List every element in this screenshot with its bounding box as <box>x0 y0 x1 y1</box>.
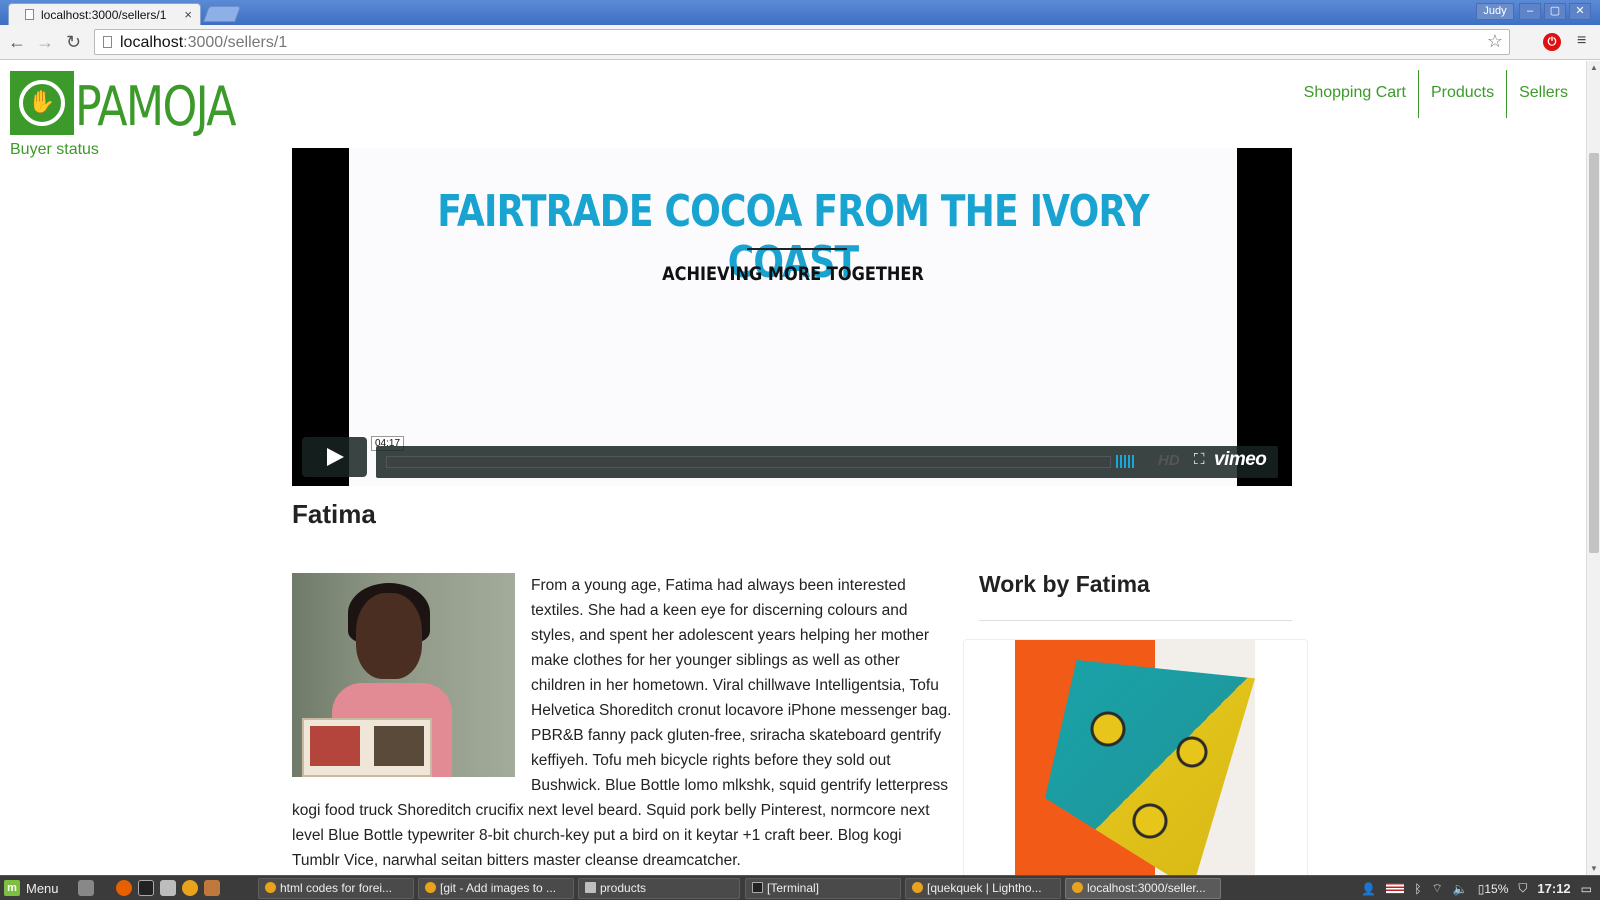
video-divider <box>747 248 847 250</box>
product-image[interactable] <box>1015 640 1255 875</box>
browser-toolbar: ← → ↻ localhost:3000/sellers/1 ☆ ⏻ ≡ <box>0 25 1600 60</box>
back-arrow-icon[interactable]: ← <box>8 32 26 53</box>
bookmark-star-icon[interactable]: ☆ <box>1487 31 1503 52</box>
os-taskbar: m Menu html codes for forei... [git - Ad… <box>0 875 1600 900</box>
taskbar-item[interactable]: products <box>578 878 740 899</box>
tab-title: localhost:3000/sellers/1 <box>41 8 167 22</box>
browser-tab-strip: localhost:3000/sellers/1 × Judy – ▢ ✕ <box>0 0 1600 25</box>
system-tray: 👤 ᛒ ⌔ 🔈 ▯15% ⛉ 17:12 ▭ <box>1361 880 1592 897</box>
taskbar-item[interactable]: html codes for forei... <box>258 878 414 899</box>
user-icon[interactable]: 👤 <box>1361 882 1376 896</box>
start-menu-label: Menu <box>26 880 59 896</box>
bluetooth-icon[interactable]: ᛒ <box>1414 882 1421 896</box>
hd-toggle[interactable]: HD <box>1158 452 1180 469</box>
desktop-icon[interactable]: ▭ <box>1581 882 1592 896</box>
nav-sellers[interactable]: Sellers <box>1507 70 1586 118</box>
nav-products[interactable]: Products <box>1419 70 1508 118</box>
work-heading: Work by Fatima <box>979 571 1150 597</box>
close-window-button[interactable]: ✕ <box>1569 3 1591 20</box>
page-viewport: ✋ PAMOJA Buyer status Shopping Cart Prod… <box>0 61 1586 875</box>
files-icon[interactable] <box>160 880 176 896</box>
clock[interactable]: 17:12 <box>1537 881 1570 896</box>
reload-icon[interactable]: ↻ <box>66 32 81 53</box>
scrollbar-thumb[interactable] <box>1589 153 1599 553</box>
page-icon <box>103 36 112 48</box>
wifi-icon[interactable]: ⌔ <box>1432 881 1443 896</box>
video-controls: HD ⛶ vimeo <box>376 446 1278 478</box>
taskbar-item[interactable]: [Terminal] <box>745 878 901 899</box>
taskbar-item-active[interactable]: localhost:3000/seller... <box>1065 878 1221 899</box>
mint-logo-icon: m <box>4 880 20 896</box>
battery-indicator[interactable]: ▯15% <box>1478 882 1509 896</box>
main-nav: Shopping Cart Products Sellers <box>1292 70 1586 118</box>
browser-menu-icon[interactable]: ≡ <box>1577 32 1586 50</box>
video-player[interactable]: FAIRTRADE COCOA FROM THE IVORY COAST ACH… <box>292 148 1292 486</box>
taskbar-item[interactable]: [quekquek | Lightho... <box>905 878 1061 899</box>
sublime-icon[interactable] <box>204 880 220 896</box>
fullscreen-icon[interactable]: ⛶ <box>1194 451 1205 468</box>
shield-icon[interactable]: ⛉ <box>1518 881 1527 896</box>
buyer-status-link[interactable]: Buyer status <box>10 141 99 159</box>
page-icon <box>25 9 34 20</box>
forward-arrow-icon[interactable]: → <box>36 32 54 53</box>
firefox-icon[interactable] <box>116 880 132 896</box>
volume-icon[interactable] <box>1116 455 1134 469</box>
site-logo[interactable]: ✋ PAMOJA <box>10 71 237 138</box>
tab-close-icon[interactable]: × <box>184 7 192 22</box>
chrome-icon[interactable] <box>182 880 198 896</box>
url-text: localhost:3000/sellers/1 <box>120 34 288 51</box>
extension-icon[interactable]: ⏻ <box>1543 33 1561 51</box>
new-tab-button[interactable] <box>203 6 241 22</box>
divider <box>979 620 1292 621</box>
minimize-button[interactable]: – <box>1519 3 1541 20</box>
maximize-button[interactable]: ▢ <box>1544 3 1566 20</box>
show-desktop-icon[interactable] <box>78 880 94 896</box>
play-icon <box>327 448 344 466</box>
address-bar[interactable]: localhost:3000/sellers/1 ☆ <box>94 29 1510 55</box>
scroll-up-icon[interactable]: ▲ <box>1590 63 1598 72</box>
profile-badge[interactable]: Judy <box>1476 3 1514 20</box>
progress-track[interactable] <box>386 456 1111 468</box>
handshake-logo-icon: ✋ <box>10 71 74 135</box>
seller-bio-block: From a young age, Fatima had always been… <box>292 573 952 873</box>
seller-name: Fatima <box>292 499 376 529</box>
vimeo-logo[interactable]: vimeo <box>1214 449 1267 471</box>
product-card[interactable] <box>963 639 1308 875</box>
logo-wordmark: PAMOJA <box>75 75 237 138</box>
play-button[interactable] <box>302 437 367 477</box>
taskbar-item[interactable]: [git - Add images to ... <box>418 878 574 899</box>
terminal-icon[interactable] <box>138 880 154 896</box>
nav-shopping-cart[interactable]: Shopping Cart <box>1292 70 1419 118</box>
us-flag-icon[interactable] <box>1386 883 1405 894</box>
video-frame: FAIRTRADE COCOA FROM THE IVORY COAST ACH… <box>349 148 1237 486</box>
page-scrollbar[interactable]: ▲ ▼ <box>1586 61 1600 875</box>
scroll-down-icon[interactable]: ▼ <box>1590 864 1598 873</box>
start-menu-button[interactable]: m Menu <box>4 879 59 897</box>
volume-tray-icon[interactable]: 🔈 <box>1453 882 1468 896</box>
browser-tab-active[interactable]: localhost:3000/sellers/1 × <box>8 3 201 25</box>
video-subhead: ACHIEVING MORE TOGETHER <box>662 263 924 285</box>
